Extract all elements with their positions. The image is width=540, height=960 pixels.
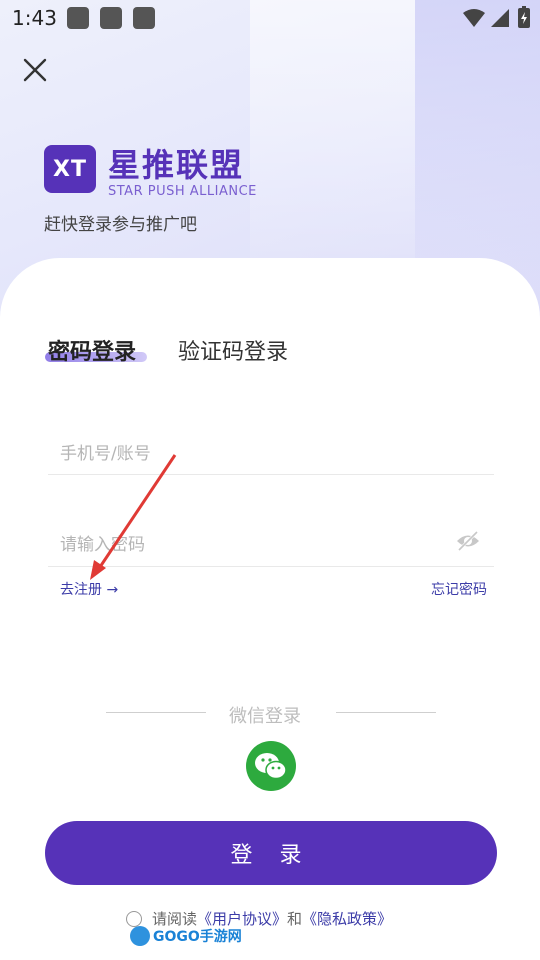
watermark-text: GOGO手游网 [153,929,242,945]
close-icon[interactable] [20,55,50,85]
divider-right [336,712,436,713]
tagline: 赶快登录参与推广吧 [44,215,197,235]
status-bar: 1:43 [0,0,540,36]
header-light-beam-right [415,0,540,300]
wechat-login-button[interactable] [246,741,296,791]
header-light-beam [250,0,415,300]
wifi-icon [463,9,485,27]
watermark-logo-icon [130,926,150,946]
tab-code-login[interactable]: 验证码登录 [178,334,288,366]
agreement-and: 和 [287,910,303,928]
forgot-password-link[interactable]: 忘记密码 [431,579,487,599]
hide-password-icon[interactable] [455,528,481,554]
status-time: 1:43 [12,6,57,30]
wechat-icon [255,753,287,780]
gallery-notification-icon [100,7,122,29]
tab-password-login[interactable]: 密码登录 [48,334,136,366]
battery-icon [518,6,530,28]
watermark: GOGO手游网 [130,926,242,946]
brand-logo: XT [44,145,96,193]
agreement-checkbox[interactable] [126,910,142,927]
notification-icon [67,7,89,29]
account-input[interactable]: 手机号/账号 [60,439,151,464]
brand-logo-text: XT [53,156,87,182]
login-button[interactable]: 登 录 [45,821,497,885]
signal-icon [491,9,509,27]
brand-name-english: STAR PUSH ALLIANCE [108,184,257,199]
wechat-login-label: 微信登录 [229,706,301,727]
password-input-underline [48,566,494,567]
divider-left [106,712,206,713]
app-notification-icon [133,7,155,29]
password-input[interactable]: 请输入密码 [60,530,145,555]
register-link[interactable]: 去注册 → [60,579,118,599]
privacy-policy-link[interactable]: 《隐私政策》 [302,908,392,929]
account-input-underline [48,474,494,475]
brand-name: 星推联盟 [108,146,245,184]
